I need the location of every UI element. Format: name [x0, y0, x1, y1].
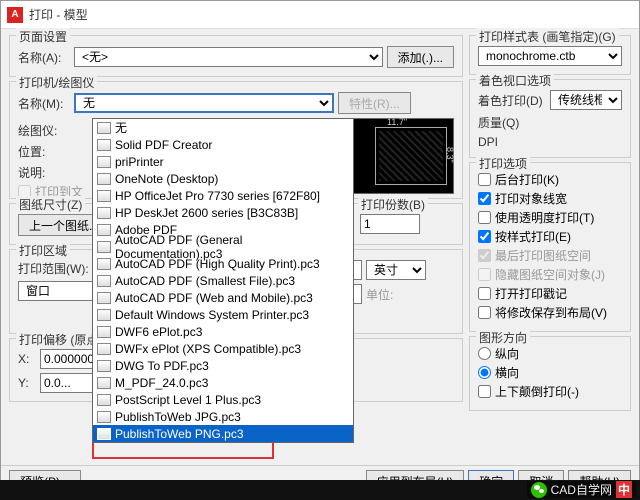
label-name-a: 名称(A):: [18, 49, 70, 66]
radio-landscape[interactable]: [478, 366, 491, 379]
printer-icon: [97, 360, 111, 372]
source-badge: CAD自学网 中: [527, 481, 636, 498]
label-desc: 说明:: [18, 164, 70, 181]
printer-icon: [97, 139, 111, 151]
printer-icon: [97, 241, 111, 253]
select-shade[interactable]: 传统线框: [550, 90, 622, 110]
printer-icon: [97, 292, 111, 304]
cb-transparency[interactable]: [478, 211, 491, 224]
printer-icon: [97, 377, 111, 389]
dropdown-item[interactable]: PublishToWeb PNG.pc3: [93, 425, 353, 442]
dropdown-item[interactable]: DWF6 ePlot.pc3: [93, 323, 353, 340]
label-plotter: 绘图仪:: [18, 122, 70, 139]
dropdown-item[interactable]: Solid PDF Creator: [93, 136, 353, 153]
dropdown-item[interactable]: AutoCAD PDF (Smallest File).pc3: [93, 272, 353, 289]
printer-dropdown[interactable]: 无Solid PDF CreatorpriPrinterOneNote (Des…: [92, 118, 354, 443]
legend-paper: 图纸尺寸(Z): [16, 196, 85, 213]
select-style[interactable]: monochrome.ctb: [478, 46, 622, 66]
window-title: 打印 - 模型: [29, 6, 88, 23]
dropdown-item[interactable]: Default Windows System Printer.pc3: [93, 306, 353, 323]
app-icon: A: [7, 7, 23, 23]
dropdown-item[interactable]: AutoCAD PDF (High Quality Print).pc3: [93, 255, 353, 272]
legend-printer: 打印机/绘图仪: [16, 74, 97, 91]
printer-icon: [97, 343, 111, 355]
dropdown-item[interactable]: DWFx ePlot (XPS Compatible).pc3: [93, 340, 353, 357]
cb-upside-down[interactable]: [478, 385, 491, 398]
cb-lineweight[interactable]: [478, 192, 491, 205]
select-unit[interactable]: 英寸: [366, 260, 426, 280]
printer-icon: [97, 309, 111, 321]
add-button[interactable]: 添加(.)...: [387, 46, 454, 68]
printer-icon: [97, 224, 111, 236]
group-page-setup: 页面设置 名称(A): <无> 添加(.)...: [9, 35, 463, 77]
cb-paperspace-last: [478, 249, 491, 262]
printer-icon: [97, 428, 111, 440]
legend-orient: 图形方向: [476, 329, 530, 346]
group-viewport: 着色视口选项 着色打印(D)传统线框 质量(Q) DPI: [469, 79, 631, 158]
select-page-setup[interactable]: <无>: [74, 47, 383, 67]
legend-copies: 打印份数(B): [358, 196, 428, 213]
dropdown-item[interactable]: DWG To PDF.pc3: [93, 357, 353, 374]
cb-background[interactable]: [478, 173, 491, 186]
legend-page-setup: 页面设置: [16, 28, 70, 45]
wechat-icon: [531, 482, 547, 498]
properties-button[interactable]: 特性(R)...: [338, 92, 411, 114]
dropdown-item[interactable]: PublishToWeb JPG.pc3: [93, 408, 353, 425]
group-style-table: 打印样式表 (画笔指定)(G) monochrome.ctb: [469, 35, 631, 75]
printer-icon: [97, 326, 111, 338]
dropdown-item[interactable]: HP OfficeJet Pro 7730 series [672F80]: [93, 187, 353, 204]
label-location: 位置:: [18, 143, 70, 160]
legend-options: 打印选项: [476, 155, 530, 172]
paper-preview: 11.7" 8.3": [344, 118, 454, 194]
cb-save-layout[interactable]: [478, 306, 491, 319]
dropdown-item[interactable]: AutoCAD PDF (General Documentation).pc3: [93, 238, 353, 255]
radio-portrait[interactable]: [478, 347, 491, 360]
legend-area: 打印区域: [16, 242, 70, 259]
label-range: 打印范围(W):: [18, 260, 90, 277]
printer-icon: [97, 156, 111, 168]
printer-icon: [97, 411, 111, 423]
dropdown-item[interactable]: M_PDF_24.0.pc3: [93, 374, 353, 391]
printer-icon: [97, 173, 111, 185]
input-copies[interactable]: [360, 214, 420, 234]
dropdown-item[interactable]: OneNote (Desktop): [93, 170, 353, 187]
printer-icon: [97, 258, 111, 270]
cb-hide-paperspace: [478, 268, 491, 281]
dropdown-item[interactable]: HP DeskJet 2600 series [B3C83B]: [93, 204, 353, 221]
group-options: 打印选项 后台打印(K) 打印对象线宽 使用透明度打印(T) 按样式打印(E) …: [469, 162, 631, 332]
label-printer-name: 名称(M):: [18, 95, 70, 112]
group-orientation: 图形方向 纵向 横向 上下颠倒打印(-): [469, 336, 631, 411]
group-copies: 打印份数(B): [351, 203, 463, 245]
cb-stamp[interactable]: [478, 287, 491, 300]
printer-icon: [97, 190, 111, 202]
select-printer[interactable]: 无: [74, 93, 334, 113]
printer-icon: [97, 275, 111, 287]
printer-icon: [97, 207, 111, 219]
dropdown-item[interactable]: AutoCAD PDF (Web and Mobile).pc3: [93, 289, 353, 306]
dropdown-item[interactable]: PostScript Level 1 Plus.pc3: [93, 391, 353, 408]
cb-by-style[interactable]: [478, 230, 491, 243]
printer-icon: [97, 394, 111, 406]
titlebar: A 打印 - 模型: [1, 1, 639, 29]
dropdown-item[interactable]: priPrinter: [93, 153, 353, 170]
printer-icon: [97, 122, 111, 134]
legend-viewport: 着色视口选项: [476, 72, 554, 89]
legend-style: 打印样式表 (画笔指定)(G): [476, 28, 619, 45]
dropdown-item[interactable]: 无: [93, 119, 353, 136]
